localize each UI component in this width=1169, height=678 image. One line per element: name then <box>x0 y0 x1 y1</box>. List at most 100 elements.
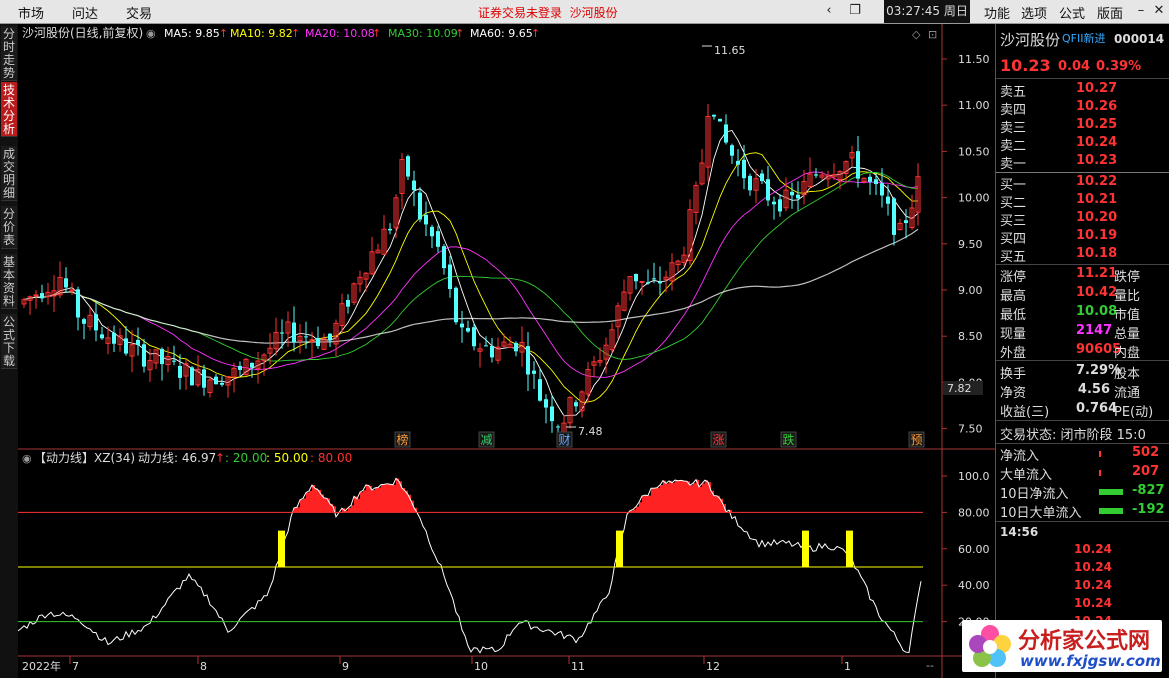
diamond-icon[interactable]: ◇ <box>912 28 921 41</box>
flow-label: 10日大单流入 <box>1000 506 1082 521</box>
candle-body <box>484 345 488 347</box>
tab-technical[interactable]: 技术分析 <box>1 82 17 137</box>
overbought-bar <box>690 485 693 513</box>
price-tick: 9.00 <box>958 284 983 297</box>
quote-row-label2: 股本 <box>1114 367 1141 382</box>
candle-body <box>430 226 434 237</box>
menu-wenda[interactable]: 问达 <box>72 3 98 22</box>
price-tick: 10.00 <box>958 192 990 205</box>
overbought-bar <box>693 483 696 513</box>
candle-body <box>328 333 332 341</box>
quote-row-label2: PE(动) <box>1114 405 1154 420</box>
candle-body <box>742 159 746 179</box>
scroll-dash-icon[interactable]: -- <box>926 659 934 672</box>
quote-row-label: 买三 <box>1000 214 1027 229</box>
kline-chart[interactable]: 沙河股份(日线,前复权) ◉ MA5: 9.85 ↑ MA10: 9.82↑ MA20… <box>18 24 995 678</box>
event-marker[interactable]: 榜 <box>397 432 409 447</box>
zoom-icon[interactable]: ⊡ <box>928 28 937 41</box>
event-marker[interactable]: 财 <box>559 433 571 447</box>
back-icon[interactable]: ‹ <box>820 1 838 21</box>
indicator-toggle-icon[interactable]: ◉ <box>22 452 32 465</box>
price-change: 0.04 <box>1058 59 1091 74</box>
flow-bar <box>1099 489 1123 495</box>
menu-layout[interactable]: 版面 <box>1097 3 1123 22</box>
minimize-icon[interactable]: – <box>1132 1 1150 21</box>
quote-row: 买一 10.22 <box>996 174 1169 193</box>
quote-row-value: 10.27 <box>1076 81 1118 96</box>
candle-body <box>892 198 896 235</box>
overbought-bar <box>315 488 318 513</box>
overbought-bar <box>348 507 351 513</box>
ma-toggle-icon[interactable]: ◉ <box>146 27 156 40</box>
quote-row: 卖五 10.27 <box>996 81 1169 100</box>
overbought-bar <box>699 486 702 513</box>
event-marker[interactable]: 跌 <box>783 432 795 447</box>
overbought-bar <box>666 483 669 513</box>
flow-bar <box>1099 470 1101 476</box>
candle-body <box>490 345 494 358</box>
tab-intraday[interactable]: 分时走势 <box>1 26 17 81</box>
candle-body <box>100 334 104 339</box>
candle-body <box>472 327 476 347</box>
quote-row: 换手 7.29% 股本 <box>996 363 1169 382</box>
ma-label-0: MA5: 9.85 <box>164 27 220 40</box>
quote-row-label: 买一 <box>1000 178 1027 193</box>
signal-bar <box>616 530 623 567</box>
candle-body <box>172 360 176 362</box>
candle-body <box>160 348 164 365</box>
quote-row-label: 买二 <box>1000 196 1027 211</box>
quote-row-value: 7.29% <box>1076 363 1122 378</box>
price-tick: 7.50 <box>958 423 983 436</box>
overbought-bar <box>363 490 366 513</box>
restore-icon[interactable]: ❐ <box>846 1 864 21</box>
menu-trade[interactable]: 交易 <box>126 3 152 22</box>
quote-row-value: 10.20 <box>1076 210 1118 225</box>
tick-time: 14:56 <box>1000 525 1039 539</box>
tab-formula-download[interactable]: 公式下载 <box>1 314 17 369</box>
overbought-bar <box>687 481 690 513</box>
ma-label-3: MA30: 10.09 <box>388 27 458 40</box>
candle-body <box>730 145 734 156</box>
menu-options[interactable]: 选项 <box>1021 3 1047 22</box>
candle-body <box>190 367 194 386</box>
quote-row: 卖四 10.26 <box>996 99 1169 118</box>
candle-body <box>886 196 890 204</box>
login-notice[interactable]: 证券交易未登录 沙河股份 <box>478 4 618 21</box>
last-price: 10.23 <box>1000 56 1051 75</box>
tab-profile[interactable]: 基本资料 <box>1 254 17 309</box>
menu-market[interactable]: 市场 <box>18 3 44 22</box>
date-tick: 12 <box>706 660 720 673</box>
quote-row: 收益(三) 0.764 PE(动) <box>996 401 1169 420</box>
overbought-bar <box>642 496 645 513</box>
quote-panel: 沙河股份 QFII新进 000014 10.23 0.04 0.39% 卖五 10… <box>995 24 1169 678</box>
quote-row-label2: 总量 <box>1114 327 1141 342</box>
candle-body <box>760 173 764 182</box>
candle-body <box>424 214 428 225</box>
candle-body <box>556 426 560 428</box>
menu-formula[interactable]: 公式 <box>1059 3 1085 22</box>
candle-body <box>658 281 662 284</box>
candle-body <box>94 314 98 331</box>
quote-row-label2: 跌停 <box>1114 270 1141 285</box>
tab-price-table[interactable]: 分价表 <box>1 206 17 249</box>
candle-body <box>442 246 446 269</box>
menu-function[interactable]: 功能 <box>984 3 1010 22</box>
candle-body <box>778 199 782 212</box>
svg-text:↑: ↑ <box>531 27 540 40</box>
event-marker[interactable]: 预 <box>911 433 923 447</box>
candle-body <box>76 289 80 318</box>
quote-row-label: 外盘 <box>1000 346 1027 361</box>
tab-trades[interactable]: 成交明细 <box>1 146 17 201</box>
event-marker[interactable]: 涨 <box>713 432 725 447</box>
tick-price: 10.24 <box>1074 578 1112 592</box>
overbought-bar <box>303 498 306 513</box>
close-icon[interactable]: ✕ <box>1150 1 1168 21</box>
quote-row: 外盘 90605 内盘 <box>996 342 1169 361</box>
candle-body <box>178 365 182 378</box>
ma-label-1: MA10: 9.82 <box>230 27 293 40</box>
flow-row: 10日大单流入 -192 <box>996 502 1169 521</box>
candle-body <box>142 344 146 367</box>
candle-body <box>748 175 752 191</box>
quote-row-value: 2147 <box>1076 323 1113 338</box>
event-marker[interactable]: 减 <box>481 433 493 447</box>
